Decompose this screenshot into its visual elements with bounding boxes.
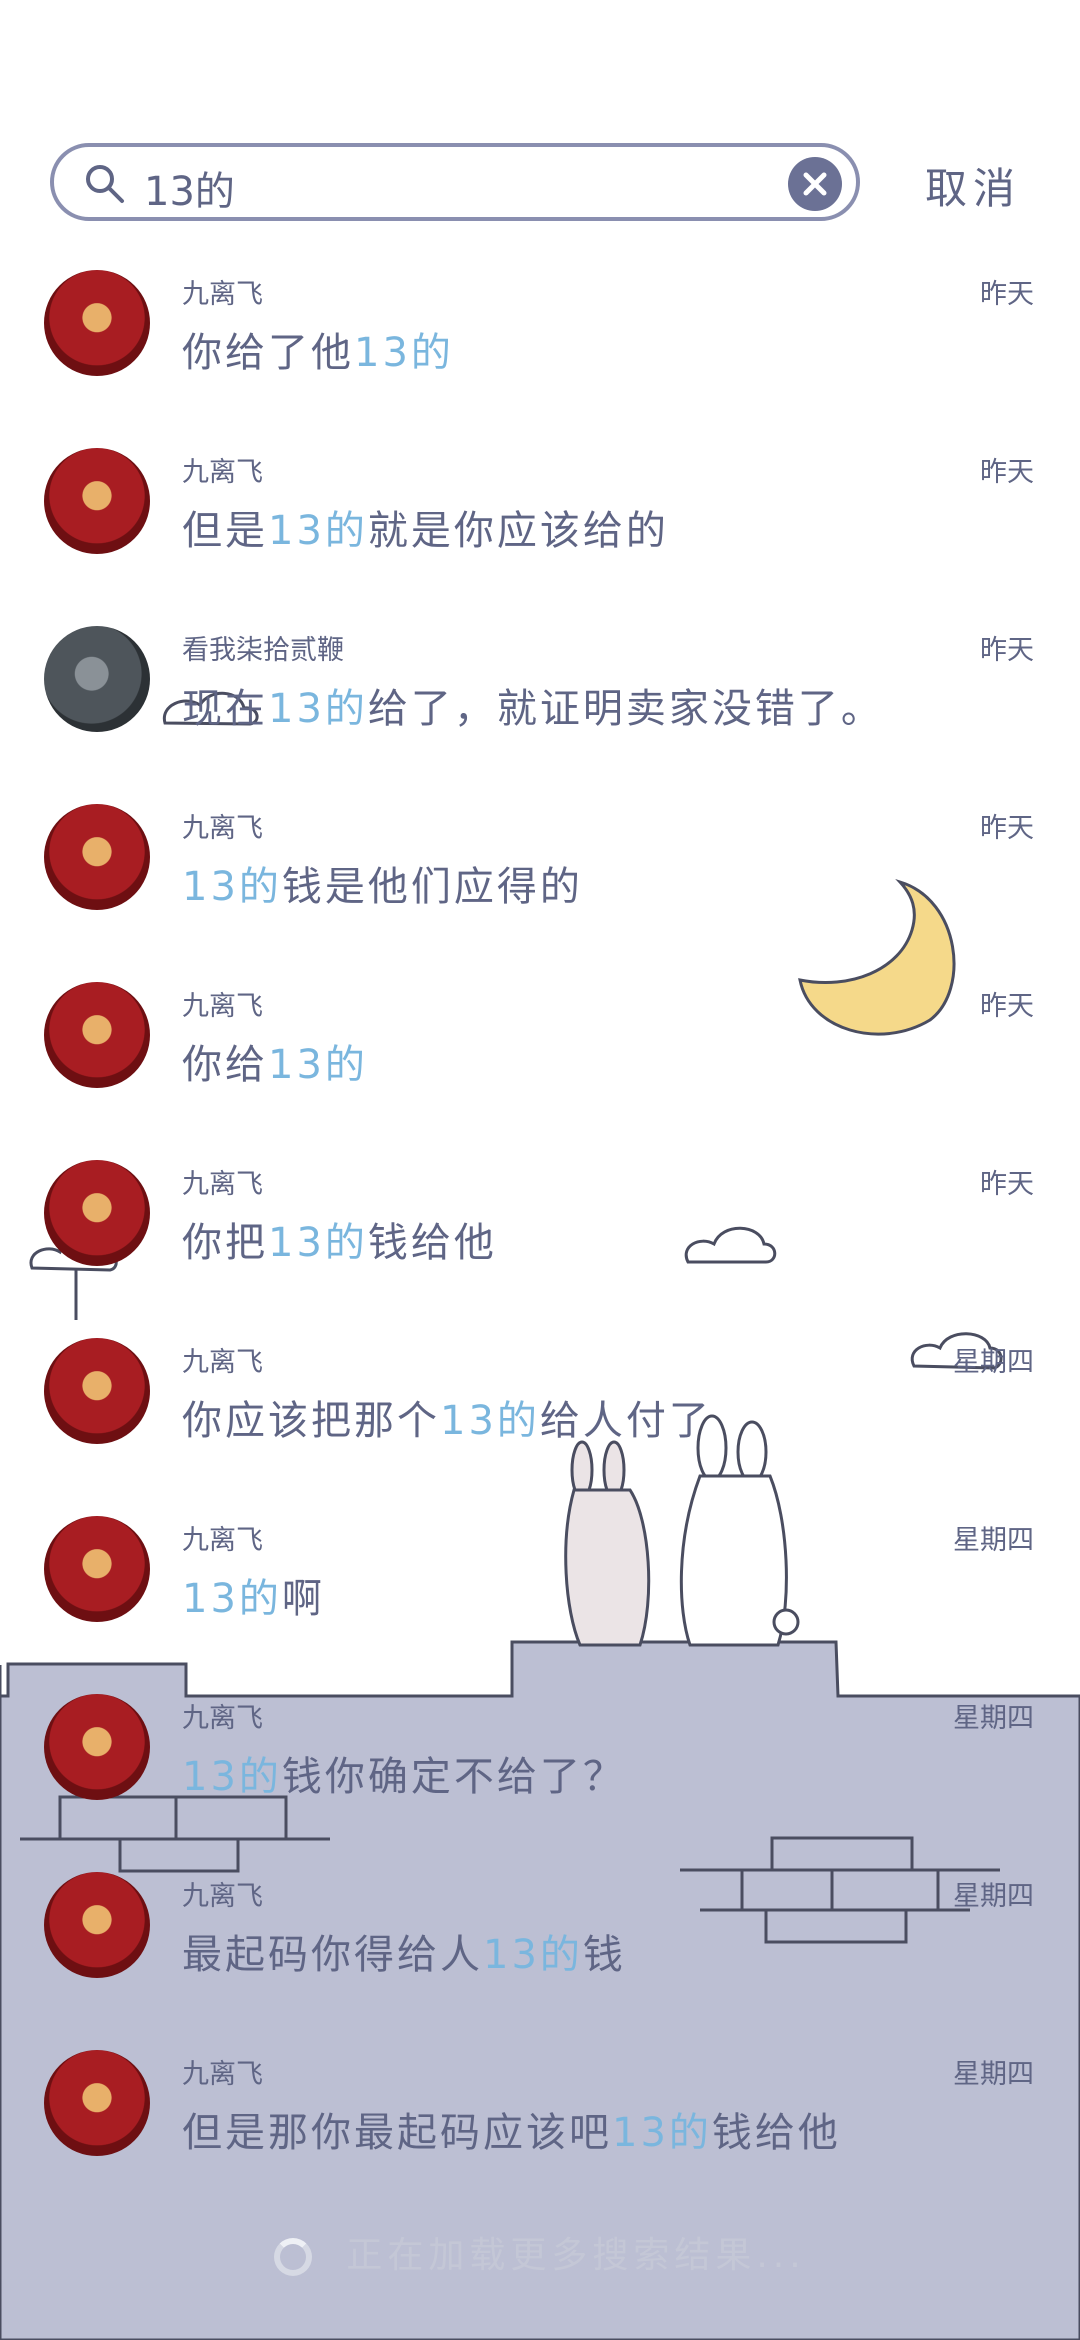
message-time: 昨天 — [980, 279, 1034, 310]
message-text: 你把13的钱给他 — [182, 1220, 497, 1266]
result-item[interactable]: 九离飞 星期四 最起码你得给人13的钱 — [0, 1852, 1080, 2030]
highlight-text: 13的 — [354, 330, 454, 376]
sender-name: 九离飞 — [182, 279, 263, 310]
result-item[interactable]: 九离飞 昨天 但是13的就是你应该给的 — [0, 428, 1080, 606]
sender-name: 九离飞 — [182, 1703, 263, 1734]
message-time: 星期四 — [953, 1347, 1034, 1378]
highlight-text: 13的 — [268, 1042, 368, 1088]
result-item[interactable]: 九离飞 星期四 13的啊 — [0, 1496, 1080, 1674]
search-input[interactable]: 13的 — [144, 159, 235, 217]
avatar — [44, 626, 150, 732]
avatar — [44, 448, 150, 554]
avatar — [44, 1872, 150, 1978]
message-text: 13的钱你确定不给了？ — [182, 1754, 626, 1800]
sender-name: 九离飞 — [182, 813, 263, 844]
loading-spinner-icon — [274, 2238, 313, 2276]
message-text: 13的钱是他们应得的 — [182, 864, 583, 910]
highlight-text: 13的 — [268, 1220, 368, 1266]
message-text: 但是13的就是你应该给的 — [182, 508, 669, 554]
highlight-text: 13的 — [440, 1398, 540, 1444]
close-icon — [803, 172, 827, 196]
sender-name: 九离飞 — [182, 2059, 263, 2090]
highlight-text: 13的 — [268, 686, 368, 732]
message-time: 星期四 — [953, 1703, 1034, 1734]
result-item[interactable]: 九离飞 星期四 你应该把那个13的给人付了 — [0, 1318, 1080, 1496]
avatar — [44, 982, 150, 1088]
avatar — [44, 1338, 150, 1444]
result-item[interactable]: 九离飞 星期四 但是那你最起码应该吧13的钱给他 — [0, 2030, 1080, 2208]
sender-name: 九离飞 — [182, 1169, 263, 1200]
message-time: 昨天 — [980, 1169, 1034, 1200]
message-text: 但是那你最起码应该吧13的钱给他 — [182, 2110, 841, 2156]
highlight-text: 13的 — [612, 2110, 712, 2156]
sender-name: 九离飞 — [182, 1881, 263, 1912]
result-item[interactable]: 九离飞 昨天 你给13的 — [0, 962, 1080, 1140]
avatar — [44, 1160, 150, 1266]
avatar — [44, 804, 150, 910]
message-time: 昨天 — [980, 991, 1034, 1022]
message-text: 现在13的给了，就证明卖家没错了。 — [182, 686, 884, 732]
loading-text: 正在加载更多搜索结果... — [346, 2235, 806, 2276]
message-text: 你给13的 — [182, 1042, 368, 1088]
avatar — [44, 2050, 150, 2156]
result-item[interactable]: 看我柒拾贰鞭 昨天 现在13的给了，就证明卖家没错了。 — [0, 606, 1080, 784]
result-item[interactable]: 九离飞 星期四 13的钱你确定不给了？ — [0, 1674, 1080, 1852]
avatar — [44, 270, 150, 376]
message-text: 13的啊 — [182, 1576, 325, 1622]
search-icon — [86, 165, 124, 203]
highlight-text: 13的 — [182, 1754, 282, 1800]
sender-name: 九离飞 — [182, 1525, 263, 1556]
message-text: 最起码你得给人13的钱 — [182, 1932, 626, 1978]
sender-name: 九离飞 — [182, 1347, 263, 1378]
message-time: 昨天 — [980, 457, 1034, 488]
highlight-text: 13的 — [483, 1932, 583, 1978]
clear-button[interactable] — [788, 157, 842, 211]
cancel-button[interactable]: 取消 — [925, 155, 1021, 216]
sender-name: 九离飞 — [182, 457, 263, 488]
message-time: 星期四 — [953, 1881, 1034, 1912]
highlight-text: 13的 — [182, 864, 282, 910]
message-time: 星期四 — [953, 2059, 1034, 2090]
result-item[interactable]: 九离飞 昨天 13的钱是他们应得的 — [0, 784, 1080, 962]
search-bar[interactable]: 13的 — [50, 143, 860, 221]
avatar — [44, 1516, 150, 1622]
highlight-text: 13的 — [182, 1576, 282, 1622]
result-item[interactable]: 九离飞 昨天 你把13的钱给他 — [0, 1140, 1080, 1318]
message-text: 你应该把那个13的给人付了 — [182, 1398, 712, 1444]
result-item[interactable]: 九离飞 昨天 你给了他13的 — [0, 250, 1080, 428]
message-text: 你给了他13的 — [182, 330, 454, 376]
highlight-text: 13的 — [268, 508, 368, 554]
sender-name: 九离飞 — [182, 991, 263, 1022]
loading-indicator: 正在加载更多搜索结果... — [0, 2226, 1080, 2278]
message-time: 星期四 — [953, 1525, 1034, 1556]
message-time: 昨天 — [980, 635, 1034, 666]
avatar — [44, 1694, 150, 1800]
message-time: 昨天 — [980, 813, 1034, 844]
sender-name: 看我柒拾贰鞭 — [182, 635, 344, 666]
